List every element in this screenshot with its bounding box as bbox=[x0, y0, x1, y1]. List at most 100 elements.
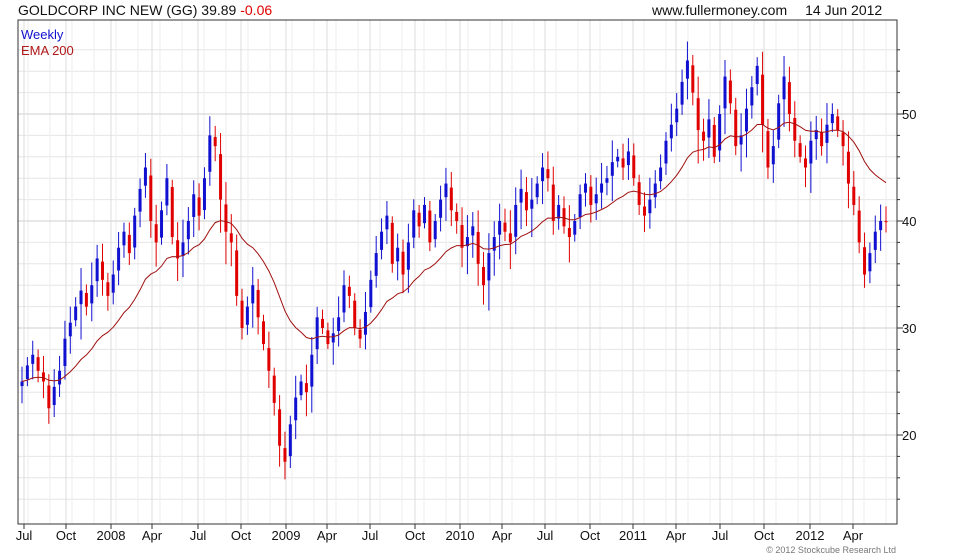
candle-body bbox=[637, 182, 641, 205]
candle-body bbox=[444, 183, 448, 198]
candle-body bbox=[605, 178, 609, 183]
candle-body bbox=[90, 285, 94, 304]
candle-body bbox=[337, 317, 341, 331]
candle-body bbox=[863, 247, 867, 275]
x-tick-label: Oct bbox=[231, 528, 252, 543]
candle-body bbox=[202, 178, 206, 211]
candle-body bbox=[58, 370, 62, 385]
candle-body bbox=[385, 215, 389, 230]
candle-body bbox=[170, 187, 174, 238]
candle-body bbox=[401, 251, 405, 275]
candle-body bbox=[578, 194, 582, 217]
x-tick-label: Jul bbox=[16, 528, 33, 543]
candle-body bbox=[41, 372, 45, 382]
candle-body bbox=[406, 242, 410, 270]
candle-body bbox=[691, 65, 695, 93]
candle-body bbox=[315, 317, 319, 350]
candle-body bbox=[63, 338, 67, 366]
candle-body bbox=[412, 210, 416, 238]
x-tick-label: Apr bbox=[492, 528, 513, 543]
candle-body bbox=[498, 221, 502, 235]
candle-body bbox=[632, 155, 636, 179]
candle-body bbox=[836, 116, 840, 131]
x-tick-label: 2008 bbox=[97, 528, 126, 543]
candle-body bbox=[621, 158, 625, 168]
candle-body bbox=[610, 162, 614, 176]
candle-body bbox=[685, 60, 689, 79]
candle-body bbox=[267, 348, 271, 371]
candle-body bbox=[79, 290, 83, 305]
candle-body bbox=[471, 226, 475, 236]
candle-body bbox=[460, 225, 464, 248]
candle-body bbox=[535, 183, 539, 198]
candle-body bbox=[787, 82, 791, 114]
candle-body bbox=[868, 253, 872, 272]
candle-body bbox=[750, 87, 754, 106]
candle-body bbox=[524, 192, 528, 211]
y-tick-label: 40 bbox=[902, 214, 916, 229]
candle-body bbox=[551, 184, 555, 221]
candle-body bbox=[111, 274, 115, 293]
candle-body bbox=[122, 231, 126, 246]
candle-body bbox=[68, 322, 72, 337]
candle-body bbox=[825, 124, 829, 143]
candle-body bbox=[219, 154, 223, 200]
candle-body bbox=[186, 221, 190, 240]
candle-body bbox=[149, 175, 153, 221]
candle-body bbox=[449, 187, 453, 211]
candle-body bbox=[213, 137, 217, 147]
candle-body bbox=[294, 397, 298, 421]
y-tick-label: 20 bbox=[902, 428, 916, 443]
candle-body bbox=[117, 247, 121, 271]
candle-body bbox=[530, 199, 534, 209]
candle-body bbox=[245, 306, 249, 325]
candle-body bbox=[342, 285, 346, 313]
candle-body bbox=[143, 167, 147, 186]
candle-body bbox=[133, 215, 137, 248]
candle-body bbox=[52, 386, 56, 406]
candle-body bbox=[557, 204, 561, 219]
x-tick-label: Jul bbox=[190, 528, 207, 543]
candle-body bbox=[95, 258, 99, 282]
candle-body bbox=[519, 188, 523, 203]
candle-body bbox=[208, 135, 212, 172]
candle-body bbox=[106, 282, 110, 296]
x-tick-label: Oct bbox=[580, 528, 601, 543]
candle-body bbox=[771, 146, 775, 165]
candle-body bbox=[380, 231, 384, 250]
x-tick-label: Apr bbox=[142, 528, 163, 543]
candle-body bbox=[712, 124, 716, 157]
candle-body bbox=[514, 204, 518, 237]
copyright: © 2012 Stockcube Research Ltd bbox=[766, 545, 896, 555]
candle-body bbox=[165, 178, 169, 206]
candle-body bbox=[278, 409, 282, 446]
x-tick-label: Apr bbox=[843, 528, 864, 543]
candle-body bbox=[857, 210, 861, 243]
candle-body bbox=[841, 132, 845, 147]
candle-body bbox=[304, 383, 308, 393]
candle-body bbox=[197, 197, 201, 216]
x-tick-label: 2009 bbox=[272, 528, 301, 543]
candle-body bbox=[830, 114, 834, 124]
x-tick-label: 2011 bbox=[619, 528, 647, 543]
candle-body bbox=[390, 222, 394, 264]
x-tick-label: Apr bbox=[317, 528, 338, 543]
legend-ema: EMA 200 bbox=[21, 43, 74, 58]
candle-body bbox=[777, 103, 781, 140]
candle-body bbox=[669, 124, 673, 139]
candle-body bbox=[809, 140, 813, 164]
candle-body bbox=[616, 156, 620, 162]
candle-body bbox=[659, 167, 663, 182]
candle-body bbox=[707, 119, 711, 138]
candle-body bbox=[680, 81, 684, 105]
candle-body bbox=[251, 285, 255, 304]
candle-body bbox=[256, 290, 260, 318]
candle-body bbox=[310, 354, 314, 387]
candle-body bbox=[589, 186, 593, 205]
candle-body bbox=[160, 210, 164, 238]
candle-body bbox=[261, 321, 265, 345]
candle-body bbox=[594, 194, 598, 204]
candle-body bbox=[573, 221, 577, 235]
candle-body bbox=[546, 169, 550, 179]
candle-body bbox=[363, 311, 367, 335]
